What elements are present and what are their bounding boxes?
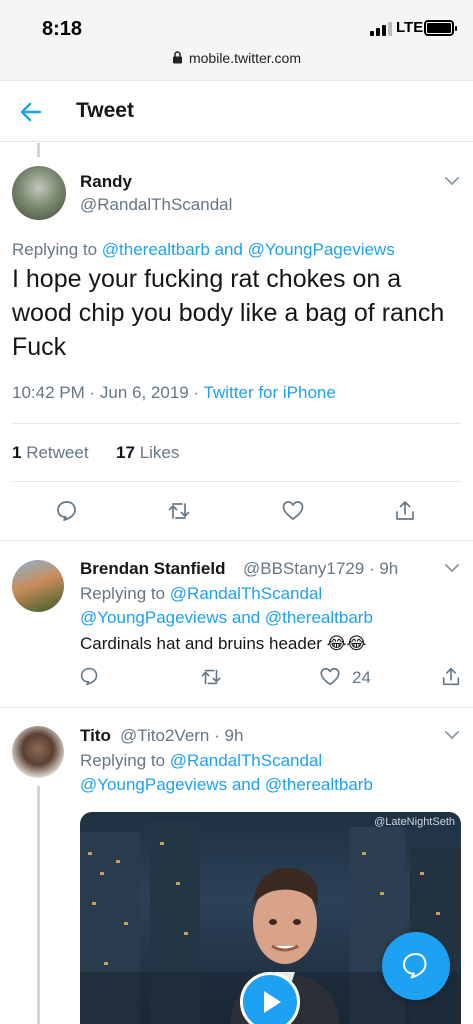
retweet-icon[interactable]	[167, 499, 191, 523]
divider	[0, 707, 473, 708]
play-icon	[264, 991, 281, 1013]
mention-link[interactable]: @therealtbarb	[265, 608, 373, 627]
like-count: 24	[352, 668, 371, 687]
replying-to: Replying to @RandalThScandal	[80, 584, 323, 603]
chevron-down-icon[interactable]	[444, 730, 460, 740]
reply-author-name[interactable]: Brendan Stanfield	[80, 559, 225, 579]
network-label: LTE	[396, 19, 424, 36]
mention-link[interactable]: @therealtbarb	[265, 775, 373, 794]
chevron-down-icon[interactable]	[444, 176, 460, 186]
compose-tweet-button[interactable]	[382, 932, 450, 1000]
tweet-time: 10:42 PM	[12, 383, 85, 402]
reply-author-handle: @Tito2Vern · 9h	[120, 726, 244, 745]
avatar[interactable]	[12, 726, 64, 778]
replying-to-cont: @YoungPageviews and @therealtbarb	[80, 608, 373, 627]
reply-author-handle: @BBStany1729 · 9h	[243, 559, 399, 578]
engagement-stats: 1 Retweet 17 Likes	[12, 443, 179, 463]
back-arrow-icon[interactable]	[18, 99, 44, 125]
mention-link[interactable]: @YoungPageviews	[80, 608, 227, 627]
url-text: mobile.twitter.com	[188, 50, 302, 66]
address-bar[interactable]: mobile.twitter.com	[0, 50, 473, 66]
page-title: Tweet	[76, 99, 134, 122]
mention-link[interactable]: @YoungPageviews	[80, 775, 227, 794]
retweet-stat[interactable]: 1 Retweet	[12, 443, 89, 462]
reply-text: Cardinals hat and bruins header 😂😂	[80, 634, 367, 653]
mention-link[interactable]: @therealtbarb	[102, 240, 210, 259]
tweet-meta: 10:42 PM · Jun 6, 2019 · Twitter for iPh…	[12, 383, 336, 402]
retweet-icon[interactable]	[200, 666, 222, 688]
reply-icon[interactable]	[79, 666, 100, 687]
tweet-source[interactable]: Twitter for iPhone	[204, 383, 336, 402]
replying-to: Replying to @therealtbarb and @YoungPage…	[12, 240, 395, 259]
divider	[0, 540, 473, 541]
top-nav-bar: Tweet	[0, 80, 473, 142]
mention-link[interactable]: @RandalThScandal	[170, 751, 322, 770]
thread-line	[37, 143, 40, 157]
share-icon[interactable]	[393, 499, 417, 523]
heart-icon[interactable]	[319, 666, 341, 688]
mention-link[interactable]: @YoungPageviews	[248, 240, 395, 259]
thread-line	[37, 786, 40, 1024]
reply-icon[interactable]	[55, 499, 79, 523]
replying-to: Replying to @RandalThScandal	[80, 751, 323, 770]
author-name[interactable]: Randy	[80, 172, 132, 192]
avatar[interactable]	[12, 166, 66, 220]
heart-icon[interactable]	[281, 499, 305, 523]
avatar[interactable]	[12, 560, 64, 612]
author-handle[interactable]: @RandalThScandal	[80, 195, 232, 215]
divider	[12, 423, 461, 424]
replying-to-cont: @YoungPageviews and @therealtbarb	[80, 775, 373, 794]
reply-author-name[interactable]: Tito	[80, 726, 111, 746]
lock-icon	[172, 51, 182, 64]
divider	[12, 481, 461, 482]
mention-link[interactable]: @RandalThScandal	[170, 584, 322, 603]
status-bar: 8:18 LTE mobile.twitter.com	[0, 0, 473, 80]
share-icon[interactable]	[440, 666, 462, 688]
play-button[interactable]	[240, 972, 300, 1024]
clock: 8:18	[42, 18, 83, 40]
media-watermark: @LateNightSeth	[374, 816, 455, 828]
compose-reply-icon	[403, 953, 427, 979]
battery-icon	[424, 20, 457, 36]
signal-icon	[370, 22, 392, 36]
tweet-date: Jun 6, 2019	[99, 383, 189, 402]
likes-stat[interactable]: 17 Likes	[116, 443, 179, 462]
tweet-text: I hope your fucking rat chokes on a wood…	[12, 265, 445, 361]
chevron-down-icon[interactable]	[444, 563, 460, 573]
